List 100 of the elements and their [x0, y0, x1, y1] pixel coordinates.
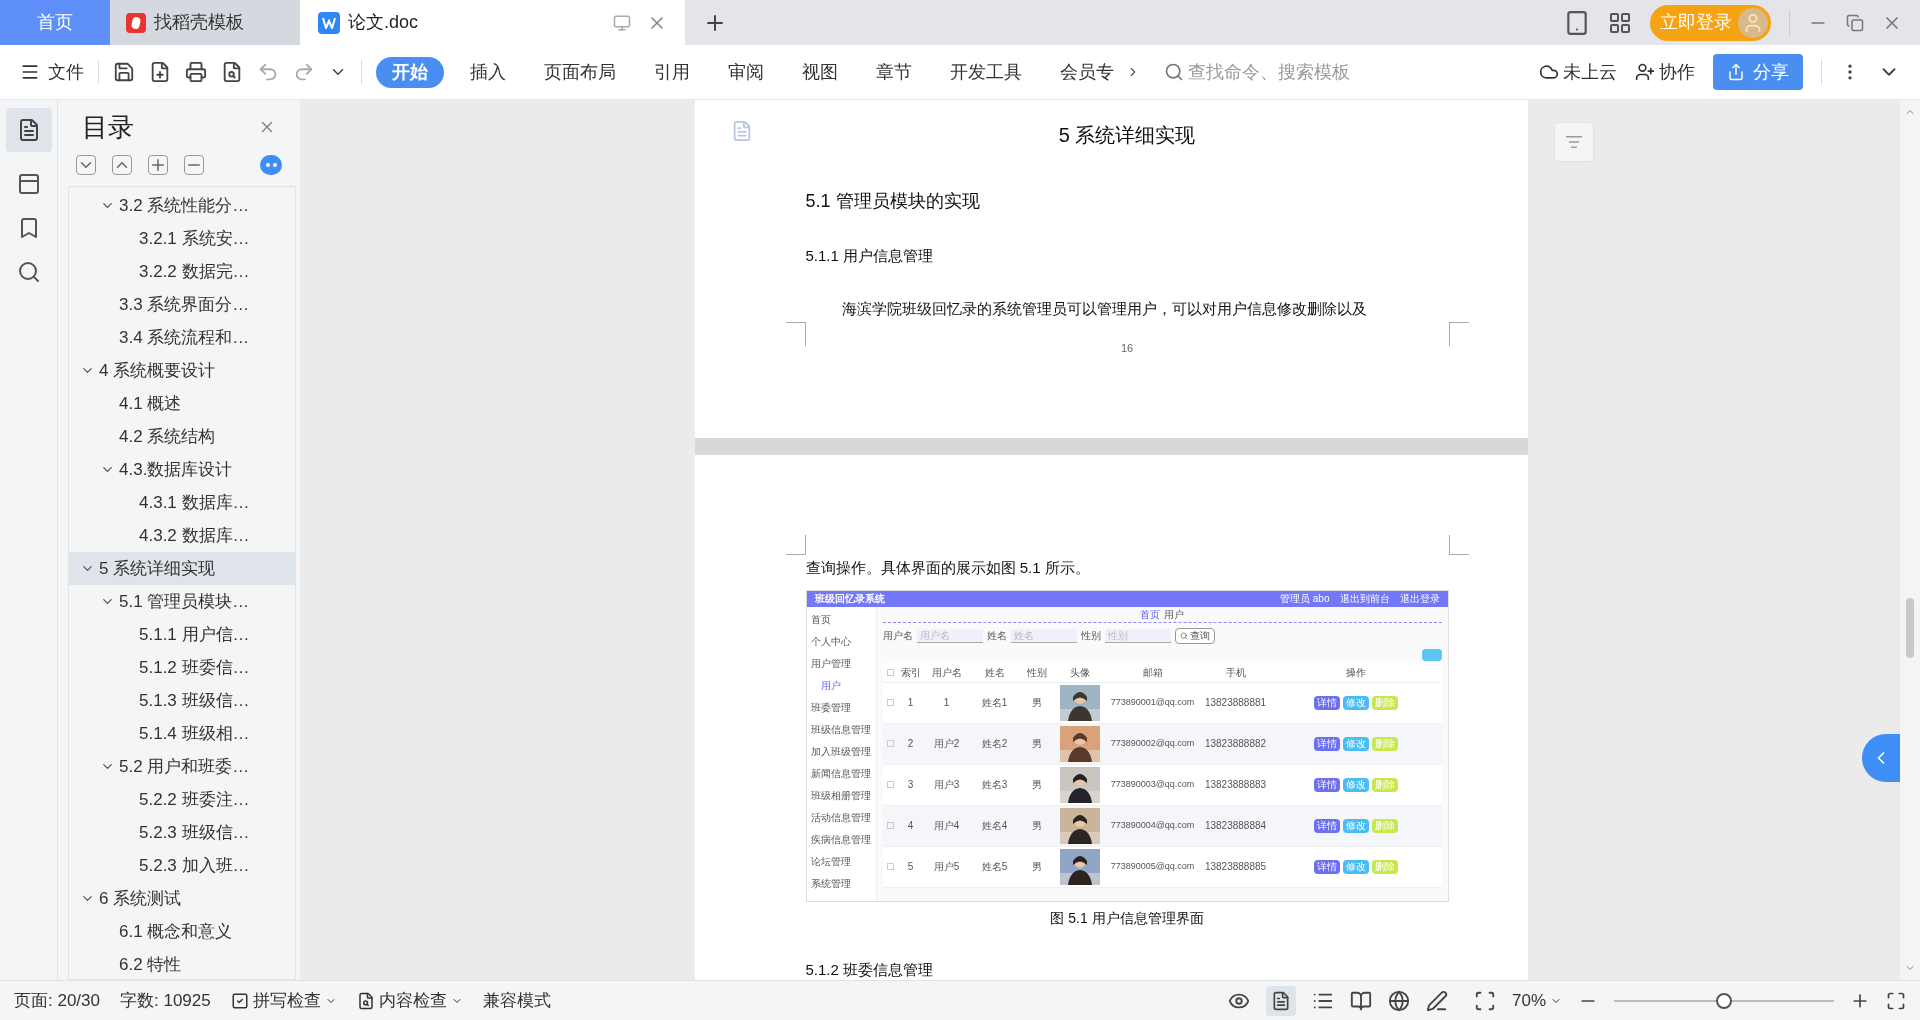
- menu-item[interactable]: 用户管理: [806, 652, 876, 675]
- menu-item[interactable]: 系统管理: [806, 872, 876, 895]
- outline-item[interactable]: 5.1 管理员模块…: [69, 585, 295, 618]
- column-header[interactable]: 性别: [1018, 664, 1055, 680]
- web-view-icon[interactable]: [1387, 989, 1410, 1012]
- export-icon[interactable]: [149, 61, 171, 83]
- menu-item[interactable]: 加入班级管理: [806, 740, 876, 763]
- zoom-menu[interactable]: 70%: [1511, 987, 1562, 1014]
- expand-all-icon[interactable]: [112, 155, 132, 175]
- navigation-icon[interactable]: [16, 172, 41, 196]
- outline-item[interactable]: 5.2.3 加入班…: [69, 849, 295, 882]
- outline-item[interactable]: 3.2 系统性能分…: [69, 189, 295, 222]
- menu-item[interactable]: 个人中心: [806, 630, 876, 653]
- menu-item[interactable]: 班委管理: [806, 696, 876, 719]
- menu-item[interactable]: 疾病信息管理: [806, 828, 876, 851]
- ribbon-tab[interactable]: 引用: [642, 58, 702, 86]
- device-icon[interactable]: [1564, 9, 1590, 36]
- outline-item[interactable]: 4.1 概述: [69, 387, 295, 420]
- print-icon[interactable]: [185, 61, 207, 83]
- remove-icon[interactable]: [184, 155, 204, 175]
- outline-item[interactable]: 6.1 概念和意义: [69, 915, 295, 948]
- action-button[interactable]: 详情: [1314, 777, 1340, 792]
- outline-item[interactable]: 6 系统测试: [69, 882, 295, 915]
- pen-icon[interactable]: [1425, 989, 1448, 1012]
- page-view-button[interactable]: [1265, 985, 1296, 1016]
- outline-item[interactable]: 3.2.2 数据完…: [69, 255, 295, 288]
- ribbon-tab[interactable]: 审阅: [716, 58, 776, 86]
- menu-item[interactable]: 活动信息管理: [806, 806, 876, 829]
- column-header[interactable]: 操作: [1270, 664, 1442, 680]
- outline-item[interactable]: 4.3.2 数据库…: [69, 519, 295, 552]
- action-button[interactable]: 详情: [1314, 859, 1340, 874]
- row-checkbox[interactable]: [887, 822, 894, 829]
- outline-item[interactable]: 6.2 特性: [69, 948, 295, 979]
- restore-icon[interactable]: [1846, 13, 1864, 32]
- ribbon-tab[interactable]: 开发工具: [938, 58, 1034, 86]
- breadcrumb-link[interactable]: 首页: [1140, 606, 1160, 622]
- reading-view-icon[interactable]: [1349, 989, 1372, 1012]
- outline-item[interactable]: 3.2.1 系统安…: [69, 222, 295, 255]
- fullscreen-icon[interactable]: [1886, 990, 1906, 1011]
- outline-item[interactable]: 5.1.4 班级相…: [69, 717, 295, 750]
- ribbon-tab[interactable]: 视图: [790, 58, 850, 86]
- side-panel-toggle[interactable]: [1862, 734, 1900, 782]
- file-menu[interactable]: 文件: [20, 58, 84, 86]
- outline-item[interactable]: 5.1.3 班级信…: [69, 684, 295, 717]
- column-header[interactable]: 姓名: [970, 664, 1019, 680]
- fit-page-icon[interactable]: [1473, 989, 1496, 1012]
- outline-item[interactable]: 4.3.数据库设计: [69, 453, 295, 486]
- outline-item[interactable]: 3.3 系统界面分…: [69, 288, 295, 321]
- save-icon[interactable]: [113, 61, 135, 83]
- outline-item[interactable]: 4.2 系统结构: [69, 420, 295, 453]
- header-link[interactable]: 退出登录: [1399, 591, 1440, 606]
- page-count[interactable]: 页面: 20/30: [14, 987, 100, 1014]
- outline-item[interactable]: 4.3.1 数据库…: [69, 486, 295, 519]
- content-check-button[interactable]: 内容检查: [356, 987, 463, 1014]
- search-icon[interactable]: [16, 260, 41, 284]
- header-link[interactable]: 退出到前台: [1339, 591, 1390, 606]
- collaborate-button[interactable]: 协作: [1635, 58, 1695, 86]
- ribbon-tab[interactable]: 插入: [458, 58, 518, 86]
- column-header[interactable]: 邮箱: [1104, 664, 1201, 680]
- column-header[interactable]: 用户名: [922, 664, 971, 680]
- ribbon-tab[interactable]: 页面布局: [532, 58, 628, 86]
- column-header[interactable]: 头像: [1054, 664, 1105, 680]
- zoom-slider[interactable]: [1614, 992, 1834, 1009]
- action-button[interactable]: 详情: [1314, 736, 1340, 751]
- word-count[interactable]: 字数: 10925: [120, 987, 211, 1014]
- menu-item[interactable]: 班级信息管理: [806, 718, 876, 741]
- spell-check-button[interactable]: 拼写检查: [230, 987, 337, 1014]
- menu-item[interactable]: 论坛管理: [806, 850, 876, 873]
- outline-item[interactable]: 5.2.2 班委注…: [69, 783, 295, 816]
- action-button[interactable]: 详情: [1314, 695, 1340, 710]
- tab[interactable]: 论文.doc: [300, 0, 685, 45]
- menu-item[interactable]: 用户: [806, 674, 876, 697]
- row-checkbox[interactable]: [887, 740, 894, 747]
- row-checkbox[interactable]: [887, 863, 894, 870]
- select-all-checkbox[interactable]: [887, 668, 894, 676]
- add-icon[interactable]: [148, 155, 168, 175]
- outline-item[interactable]: 5.1.2 班委信…: [69, 651, 295, 684]
- apps-icon[interactable]: [1608, 10, 1632, 35]
- zoom-thumb[interactable]: [1716, 992, 1732, 1009]
- row-checkbox[interactable]: [887, 699, 894, 706]
- outline-item[interactable]: 3.4 系统流程和…: [69, 321, 295, 354]
- tab[interactable]: 找稻壳模板: [110, 0, 300, 45]
- column-header[interactable]: 手机: [1200, 664, 1271, 680]
- outline-item[interactable]: 4 系统概要设计: [69, 354, 295, 387]
- menu-item[interactable]: 首页: [806, 608, 876, 631]
- ribbon-tab[interactable]: 会员专: [1048, 58, 1126, 86]
- search-button[interactable]: 查询: [1174, 627, 1215, 644]
- outline-item[interactable]: 5 系统详细实现: [69, 552, 295, 585]
- scrollbar-thumb[interactable]: [1906, 598, 1914, 658]
- menu-item[interactable]: 班级相册管理: [806, 784, 876, 807]
- collapse-all-icon[interactable]: [76, 155, 96, 175]
- outline-item[interactable]: 5.1.1 用户信…: [69, 618, 295, 651]
- action-button[interactable]: 详情: [1314, 818, 1340, 833]
- outline-item[interactable]: 5.2.3 班级信…: [69, 816, 295, 849]
- cloud-status[interactable]: 未上云: [1539, 58, 1617, 86]
- column-header[interactable]: 索引: [898, 664, 923, 680]
- ribbon-tab[interactable]: 章节: [864, 58, 924, 86]
- preview-icon[interactable]: [221, 61, 243, 83]
- outline-panel-button[interactable]: [5, 108, 52, 152]
- menu-item[interactable]: 新闻信息管理: [806, 762, 876, 785]
